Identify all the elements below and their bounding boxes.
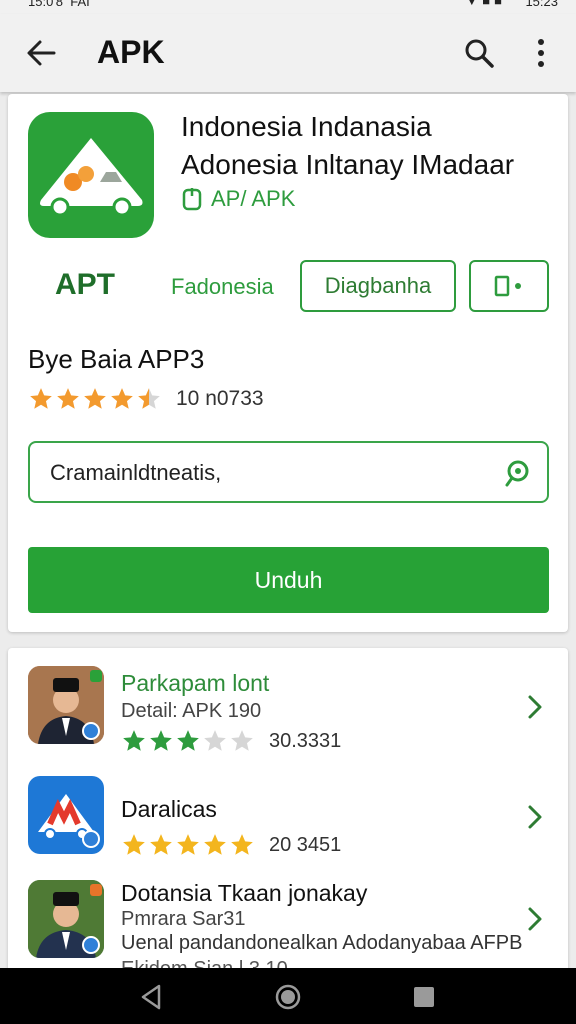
- star-icon: [204, 834, 226, 855]
- list-item-title: Parkapam lont: [121, 670, 270, 696]
- person-avatar-icon: [28, 666, 104, 744]
- download-button[interactable]: Unduh: [28, 547, 549, 613]
- avatar: [28, 776, 104, 854]
- star-icon: [123, 834, 145, 855]
- search-field-icon[interactable]: [503, 458, 533, 488]
- device-icon: [494, 275, 521, 297]
- list-item-title: Daralicas: [121, 796, 217, 822]
- star-icon: [150, 834, 172, 855]
- list-item[interactable]: Daralicas 20 3451: [8, 766, 568, 874]
- star-icon: [84, 388, 106, 409]
- list-item-count: 30.3331: [269, 729, 342, 752]
- app-detail-card: Indonesia Indanasia Adonesia Inltanay IM…: [8, 94, 568, 632]
- star-icon: [138, 388, 160, 409]
- app-bar: APK: [0, 14, 576, 92]
- star-icon: [57, 388, 79, 409]
- search-input[interactable]: Cramainldtneatis,: [28, 441, 549, 503]
- status-bar: 15:0'8 FAI ▼■■ 15:23: [0, 0, 576, 14]
- apt-label: APT: [55, 268, 115, 301]
- diagnose-button[interactable]: Diagbanha: [300, 260, 456, 312]
- device-button[interactable]: [469, 260, 549, 312]
- app-subtitle: Bye Baia APP3: [28, 344, 205, 374]
- list-item-count: 20 3451: [269, 833, 342, 856]
- app-bar-title: APK: [97, 34, 165, 70]
- back-arrow-icon[interactable]: [24, 36, 58, 70]
- app-logo-icon: [38, 794, 100, 848]
- list-item[interactable]: Parkapam lont Detail: APK 190 30.3331: [8, 648, 568, 766]
- star-icon: [150, 730, 172, 751]
- search-input-value: Cramainldtneatis,: [50, 460, 222, 485]
- nav-recents-icon[interactable]: [409, 982, 439, 1012]
- apk-file-icon: [182, 188, 202, 211]
- rating-count: 10 n0733: [176, 387, 264, 410]
- star-icon: [177, 834, 199, 855]
- status-time-left: 15:0'8 FAI: [28, 0, 90, 9]
- avatar: [28, 666, 104, 744]
- app-name-line1: Indonesia Indanasia: [181, 111, 432, 142]
- search-icon[interactable]: [462, 36, 496, 70]
- nav-home-icon[interactable]: [273, 982, 303, 1012]
- star-icon: [177, 730, 199, 751]
- chevron-right-icon[interactable]: [524, 802, 546, 832]
- chevron-right-icon[interactable]: [524, 692, 546, 722]
- status-icons: ▼■■: [465, 0, 506, 8]
- app-apk-label: AP/ APK: [181, 186, 295, 212]
- person-avatar-icon: [28, 880, 104, 958]
- list-item-subtitle: Pmrara Sar31: [121, 908, 246, 930]
- list-item-stars: [121, 728, 255, 754]
- more-vert-icon[interactable]: [528, 36, 554, 70]
- star-icon: [204, 730, 226, 751]
- star-icon: [231, 730, 253, 751]
- list-item-subtitle: Detail: APK 190: [121, 700, 262, 722]
- rating-stars: [28, 386, 162, 412]
- list-item-title: Dotansia Tkaan jonakay: [121, 880, 368, 906]
- star-icon: [123, 730, 145, 751]
- rating-row: 10 n0733: [28, 386, 264, 412]
- list-item-rating: 20 3451: [121, 832, 341, 858]
- related-apps-list: Parkapam lont Detail: APK 190 30.3331 Da…: [8, 648, 568, 988]
- status-time-right: 15:23: [525, 0, 558, 9]
- list-item-stars: [121, 832, 255, 858]
- category-link[interactable]: Fadonesia: [171, 274, 274, 300]
- star-icon: [111, 388, 133, 409]
- app-name-line2: Adonesia Inltanay IMadaar: [181, 149, 515, 180]
- list-item-rating: 30.3331: [121, 728, 341, 754]
- app-icon: [28, 112, 154, 238]
- app-name: Indonesia Indanasia Adonesia Inltanay IM…: [181, 108, 561, 184]
- list-item-description: Uenal pandandonealkan Adodanyabaa AFPB: [121, 932, 523, 954]
- chip-row: APT Fadonesia Diagbanha: [8, 260, 568, 312]
- star-icon: [30, 388, 52, 409]
- star-icon: [231, 834, 253, 855]
- chevron-right-icon[interactable]: [524, 904, 546, 934]
- nav-back-icon[interactable]: [137, 982, 167, 1012]
- app-logo-icon: [40, 138, 143, 217]
- system-nav-bar: [0, 968, 576, 1024]
- avatar: [28, 880, 104, 958]
